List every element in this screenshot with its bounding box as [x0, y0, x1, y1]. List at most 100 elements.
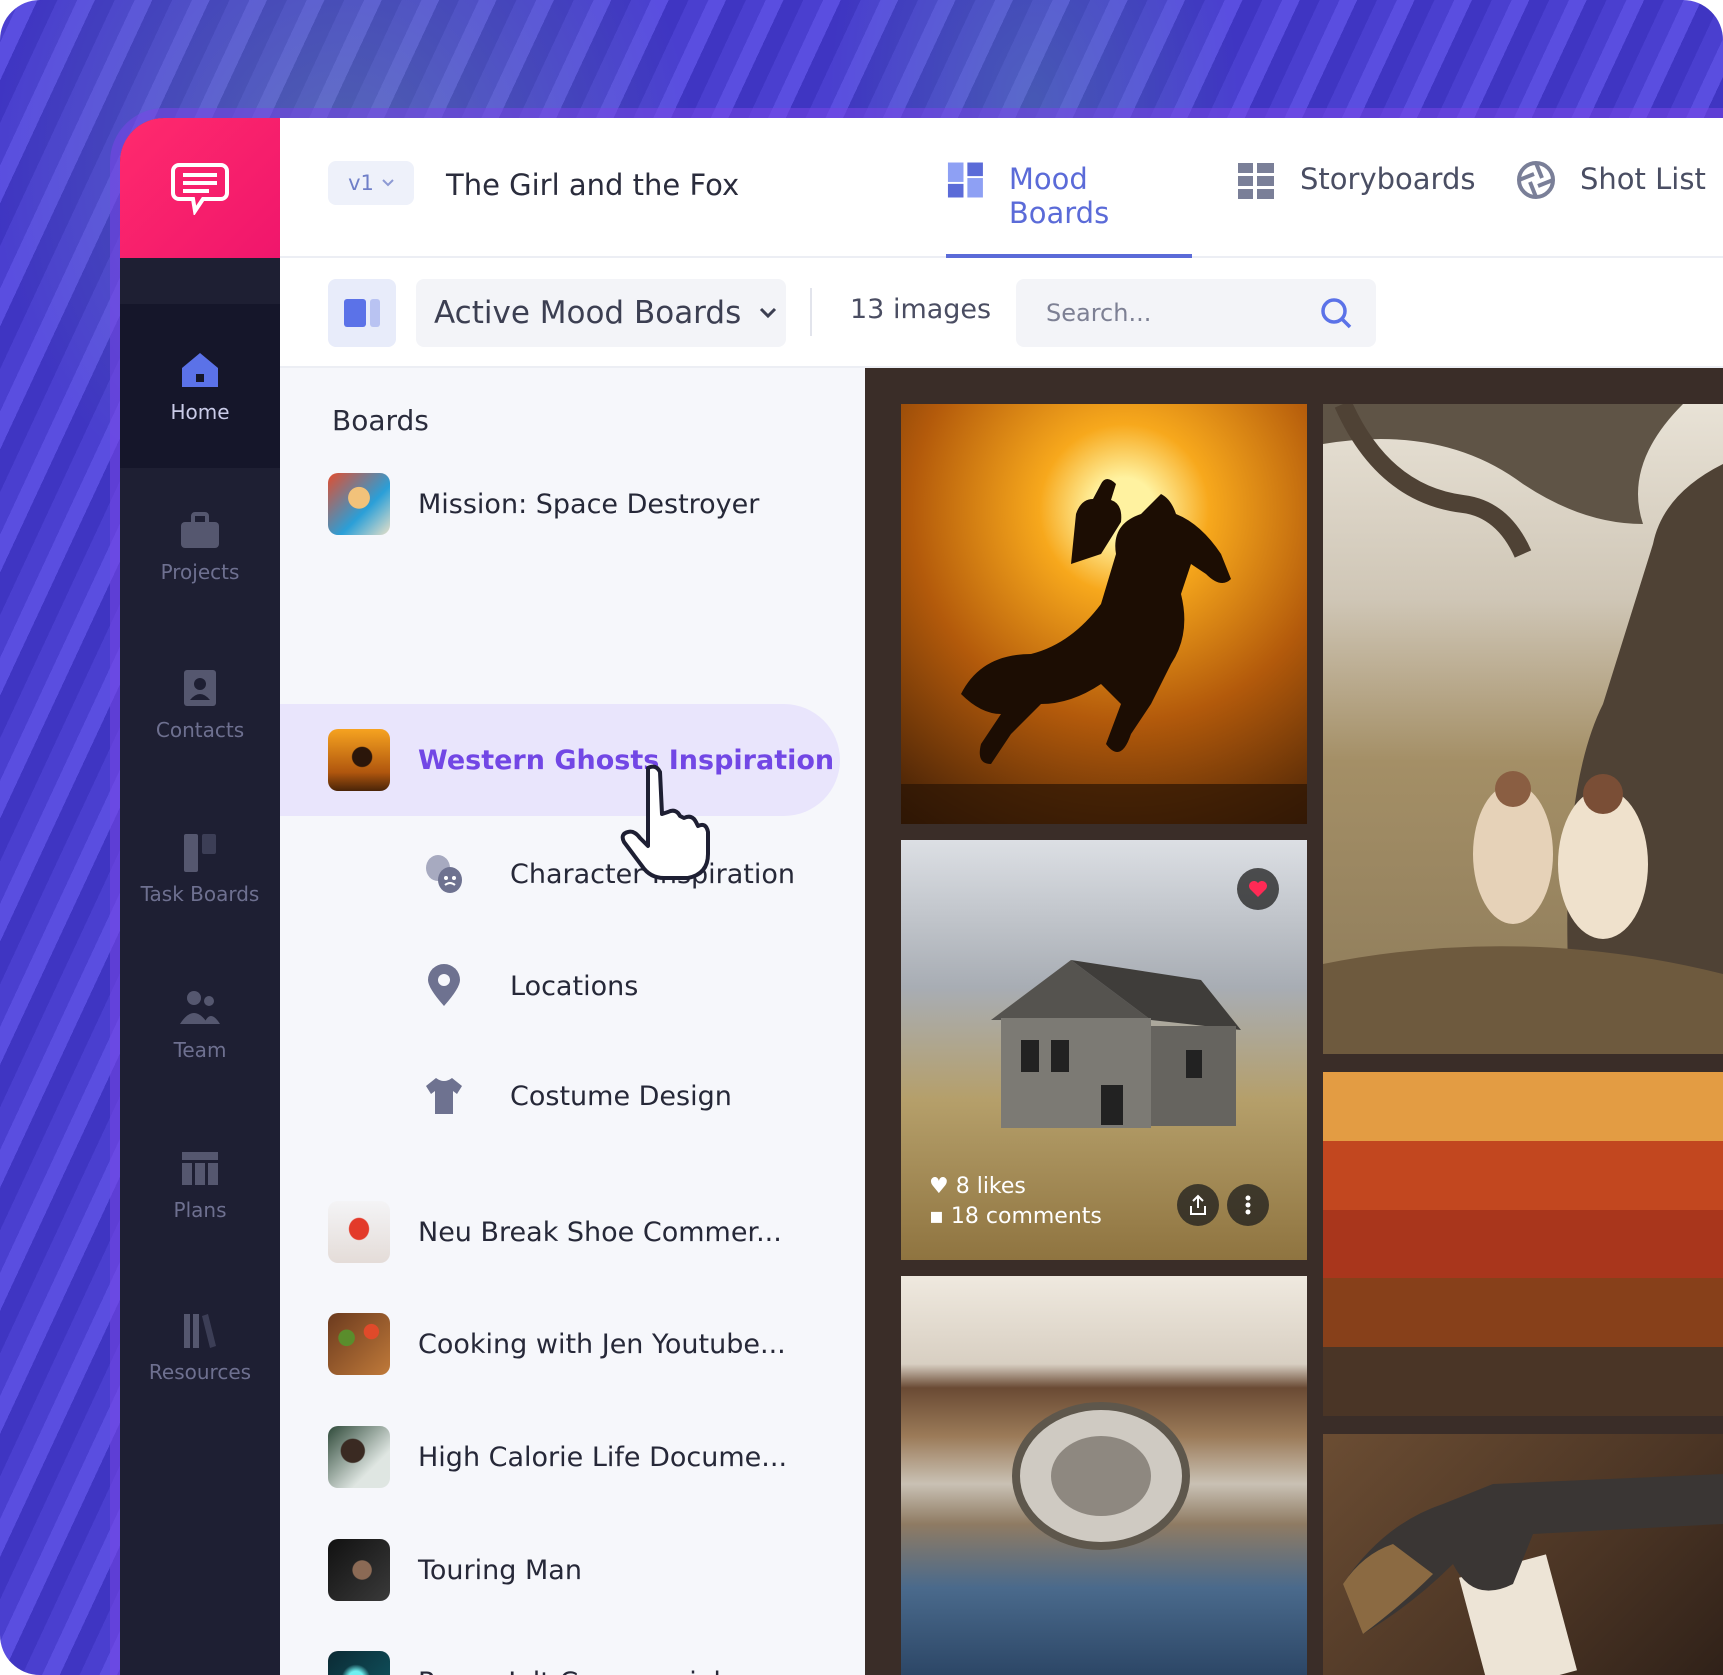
image-revolver-cards[interactable] — [1323, 1434, 1723, 1675]
app-logo[interactable] — [120, 118, 280, 258]
sidebar-item-projects[interactable]: Projects — [120, 510, 280, 584]
sidebar-item-team[interactable]: Team — [120, 988, 280, 1062]
board-thumbnail — [328, 1539, 390, 1601]
dropdown-label: Active Mood Boards — [434, 295, 741, 331]
sidebar-item-label: Team — [174, 1038, 227, 1062]
subboard-item-costume-design[interactable]: Costume Design — [280, 1046, 840, 1146]
board-item-high-calorie-life[interactable]: High Calorie Life Docume... — [280, 1401, 840, 1513]
board-label: Power Jolt Commercial — [418, 1667, 721, 1675]
toolbar: Active Mood Boards 13 images — [280, 258, 1723, 368]
comment-icon: ▪ — [929, 1204, 951, 1229]
top-bar: v1 The Girl and the Fox Mood Boards Stor… — [280, 118, 1723, 258]
image-abandoned-farmhouse[interactable]: ♥ 8 likes ▪ 18 comments — [901, 840, 1307, 1260]
image-women-under-tree[interactable] — [1323, 404, 1723, 1054]
toolbar-divider — [810, 288, 812, 336]
board-thumbnail — [328, 729, 390, 791]
tab-label: Storyboards — [1300, 162, 1475, 196]
sidebar-item-plans[interactable]: Plans — [120, 1148, 280, 1222]
home-icon — [178, 350, 222, 390]
board-thumbnail — [328, 473, 390, 535]
board-thumbnail — [328, 1426, 390, 1488]
sidebar-item-label: Resources — [149, 1360, 251, 1384]
share-button[interactable] — [1177, 1184, 1219, 1226]
mood-board-gallery: ♥ 8 likes ▪ 18 comments — [865, 368, 1723, 1675]
sidebar-item-home[interactable]: Home — [120, 350, 280, 424]
revolver-drawing — [1323, 1434, 1723, 1675]
heart-icon — [1248, 880, 1268, 898]
board-thumbnail — [328, 1651, 390, 1675]
tab-label: Shot List — [1580, 162, 1706, 196]
belt-buckle-drawing — [901, 1276, 1307, 1675]
board-thumbnail — [328, 1313, 390, 1375]
board-item-touring-man[interactable]: Touring Man — [280, 1514, 840, 1626]
sidebar-item-label: Plans — [174, 1198, 227, 1222]
project-title: The Girl and the Fox — [446, 168, 739, 202]
board-label: Cooking with Jen Youtube... — [418, 1329, 786, 1360]
sidebar-item-resources[interactable]: Resources — [120, 1310, 280, 1384]
sidebar-item-label: Task Boards — [141, 882, 260, 906]
team-icon — [178, 988, 222, 1028]
boards-panel: Boards Mission: Space Destroyer Western … — [280, 368, 865, 1675]
likes-count: ♥ 8 likes — [929, 1174, 1026, 1199]
board-label: Touring Man — [418, 1555, 582, 1586]
board-item-cooking-with-jen[interactable]: Cooking with Jen Youtube... — [280, 1288, 840, 1400]
board-filter-dropdown[interactable]: Active Mood Boards — [416, 279, 786, 347]
board-label: High Calorie Life Docume... — [418, 1442, 787, 1473]
board-item-neu-break-shoe[interactable]: Neu Break Shoe Commer... — [280, 1176, 840, 1288]
color-palette[interactable] — [1323, 1072, 1723, 1416]
tab-shot-list[interactable]: Shot List — [1516, 162, 1716, 258]
sidebar: Home Projects Contacts Task Boards — [120, 118, 280, 1675]
theater-masks-icon — [422, 852, 466, 896]
chevron-down-icon — [382, 179, 394, 187]
split-view-icon — [344, 299, 380, 327]
version-label: v1 — [348, 171, 374, 195]
image-belt-buckle[interactable] — [901, 1276, 1307, 1675]
board-label: Neu Break Shoe Commer... — [418, 1217, 782, 1248]
hand-pointer-cursor-icon — [618, 762, 714, 882]
boards-heading: Boards — [332, 404, 429, 437]
search-box — [1016, 279, 1376, 347]
sidebar-item-label: Contacts — [156, 718, 244, 742]
calendar-icon — [178, 1148, 222, 1188]
tab-mood-boards[interactable]: Mood Boards — [946, 162, 1192, 258]
palette-swatch-5[interactable] — [1323, 1347, 1723, 1416]
kebab-menu-icon — [1245, 1195, 1251, 1215]
image-cowboy-horse-silhouette[interactable] — [901, 404, 1307, 824]
task-board-icon — [178, 832, 222, 872]
mood-board-icon — [946, 160, 985, 200]
favorite-button[interactable] — [1237, 868, 1279, 910]
palette-swatch-2[interactable] — [1323, 1141, 1723, 1210]
sidebar-item-label: Home — [170, 400, 229, 424]
palette-swatch-1[interactable] — [1323, 1072, 1723, 1141]
books-icon — [178, 1310, 222, 1350]
sidebar-item-task-boards[interactable]: Task Boards — [120, 832, 280, 906]
board-item-mission-space-destroyer[interactable]: Mission: Space Destroyer — [280, 448, 840, 560]
palette-swatch-4[interactable] — [1323, 1278, 1723, 1347]
aperture-icon — [1516, 160, 1556, 200]
more-options-button[interactable] — [1227, 1184, 1269, 1226]
tree-and-figures — [1323, 404, 1723, 1054]
sidebar-item-label: Projects — [161, 560, 240, 584]
sidebar-item-contacts[interactable]: Contacts — [120, 668, 280, 742]
comments-count: ▪ 18 comments — [929, 1204, 1102, 1229]
share-icon — [1188, 1194, 1208, 1216]
board-item-power-jolt[interactable]: Power Jolt Commercial — [280, 1626, 840, 1675]
subboard-label: Locations — [510, 971, 638, 1002]
board-thumbnail — [328, 1201, 390, 1263]
subboard-item-character-inspiration[interactable]: Character Inspiration — [280, 824, 840, 924]
contact-card-icon — [178, 668, 222, 708]
tab-storyboards[interactable]: Storyboards — [1236, 162, 1486, 258]
search-icon[interactable] — [1318, 295, 1354, 331]
heart-small-icon: ♥ — [929, 1174, 956, 1199]
search-input[interactable] — [1016, 279, 1306, 347]
board-item-western-ghosts-inspiration[interactable]: Western Ghosts Inspiration — [280, 704, 840, 816]
briefcase-icon — [178, 510, 222, 550]
app-window: Home Projects Contacts Task Boards — [120, 118, 1723, 1675]
board-label: Mission: Space Destroyer — [418, 489, 759, 520]
version-dropdown[interactable]: v1 — [328, 161, 414, 205]
subboard-label: Costume Design — [510, 1081, 732, 1112]
palette-swatch-3[interactable] — [1323, 1210, 1723, 1279]
view-toggle-button[interactable] — [328, 279, 396, 347]
chat-bubble-icon — [171, 161, 229, 215]
subboard-item-locations[interactable]: Locations — [280, 936, 840, 1036]
